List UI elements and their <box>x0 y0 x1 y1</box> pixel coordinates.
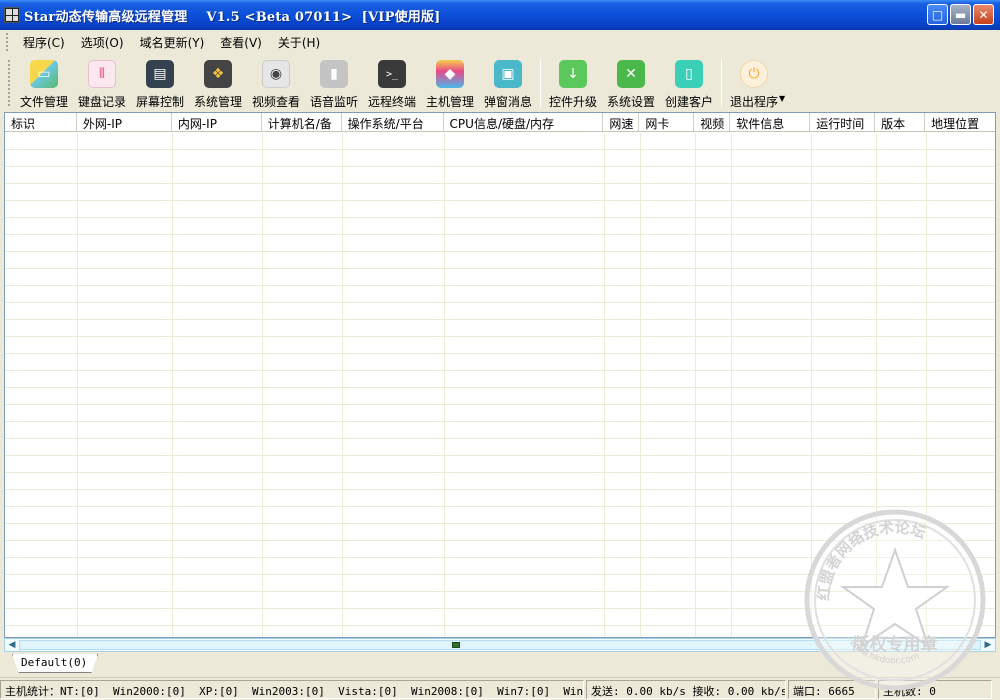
minimize-button[interactable]: ▬ <box>950 4 971 25</box>
column-divider <box>604 133 605 637</box>
menu-grip[interactable] <box>6 33 9 51</box>
new-file-icon: ▯ <box>675 60 703 88</box>
column-divider <box>876 133 877 637</box>
status-transfer-rate: 发送: 0.00 kb/s 接收: 0.00 kb/s <box>586 679 786 699</box>
toolbar-grip[interactable] <box>8 60 11 106</box>
column-divider <box>342 133 343 637</box>
scroll-track[interactable] <box>19 640 981 650</box>
camera-icon: ◉ <box>262 60 290 88</box>
remote-terminal-button[interactable]: >_ 远程终端 <box>363 56 421 110</box>
menu-options[interactable]: 选项(O) <box>73 32 132 53</box>
voice-monitor-button[interactable]: ▮ 语音监听 <box>305 56 363 110</box>
column-header-wan-ip[interactable]: 外网-IP <box>77 113 172 131</box>
table-rows <box>5 133 995 637</box>
column-header-cpu[interactable]: CPU信息/硬盘/内存 <box>444 113 604 131</box>
status-bar: 主机统计：NT:[0] Win2000:[0] XP:[0] Win2003:[… <box>0 677 1000 700</box>
create-client-button[interactable]: ▯ 创建客户 <box>660 56 718 110</box>
download-icon: ↓ <box>559 60 587 88</box>
screen-control-button[interactable]: ▤ 屏幕控制 <box>131 56 189 110</box>
control-upgrade-button[interactable]: ↓ 控件升级 <box>544 56 602 110</box>
column-header-software[interactable]: 软件信息 <box>730 113 811 131</box>
system-manager-button[interactable]: ❖ 系统管理 <box>189 56 247 110</box>
column-divider <box>640 133 641 637</box>
terminal-icon: >_ <box>378 60 406 88</box>
system-settings-button[interactable]: ✕ 系统设置 <box>602 56 660 110</box>
menu-bar: 程序(C) 选项(O) 域名更新(Y) 查看(V) 关于(H) <box>0 30 1000 54</box>
menu-about[interactable]: 关于(H) <box>270 32 328 53</box>
column-divider <box>695 133 696 637</box>
column-divider <box>926 133 927 637</box>
popup-message-button[interactable]: ▣ 弹窗消息 <box>479 56 537 110</box>
message-icon: ▣ <box>494 60 522 88</box>
column-header-net-speed[interactable]: 网速 <box>603 113 640 131</box>
maximize-button[interactable]: □ <box>927 4 948 25</box>
tab-default[interactable]: Default(0) <box>12 654 99 673</box>
title-bar: Star动态传输高级远程管理 V1.5 <Beta 07011> [VIP使用版… <box>0 0 1000 30</box>
column-header-video[interactable]: 视频 <box>694 113 731 131</box>
menu-program[interactable]: 程序(C) <box>15 32 73 53</box>
toolbar-overflow-arrow[interactable]: ▼ <box>779 94 785 103</box>
horizontal-scrollbar[interactable]: ◀ ▶ <box>4 638 996 652</box>
tools-icon: ✕ <box>617 60 645 88</box>
column-divider <box>262 133 263 637</box>
toolbar: ▭ 文件管理 ⦀ 键盘记录 ▤ 屏幕控制 ❖ 系统管理 ◉ 视频查看 ▮ 语音监… <box>8 56 785 110</box>
microphone-icon: ▮ <box>320 60 348 88</box>
table-header: 标识 外网-IP 内网-IP 计算机名/备 操作系统/平台 CPU信息/硬盘/内… <box>5 113 995 132</box>
menu-view[interactable]: 查看(V) <box>212 32 270 53</box>
menu-domain-update[interactable]: 域名更新(Y) <box>132 32 213 53</box>
toolbar-separator <box>540 59 541 107</box>
keylogger-button[interactable]: ⦀ 键盘记录 <box>73 56 131 110</box>
column-header-version[interactable]: 版本 <box>875 113 926 131</box>
column-divider <box>172 133 173 637</box>
column-header-id[interactable]: 标识 <box>5 113 77 131</box>
keyboard-icon: ⦀ <box>88 60 116 88</box>
hosts-icon: ◆ <box>436 60 464 88</box>
status-host-count: 主机数: 0 <box>878 679 992 699</box>
status-host-stats: 主机统计：NT:[0] Win2000:[0] XP:[0] Win2003:[… <box>0 679 584 699</box>
column-divider <box>444 133 445 637</box>
column-header-location[interactable]: 地理位置 <box>925 113 995 131</box>
column-divider <box>731 133 732 637</box>
scroll-right-icon[interactable]: ▶ <box>981 639 995 651</box>
column-divider <box>811 133 812 637</box>
app-icon[interactable] <box>4 7 20 23</box>
column-header-computer-name[interactable]: 计算机名/备 <box>262 113 342 131</box>
file-manager-button[interactable]: ▭ 文件管理 <box>15 56 73 110</box>
column-header-nic[interactable]: 网卡 <box>639 113 695 131</box>
power-icon: ⏻ <box>740 60 768 88</box>
column-header-os[interactable]: 操作系统/平台 <box>342 113 444 131</box>
screen-icon: ▤ <box>146 60 174 88</box>
exit-program-button[interactable]: ⏻ 退出程序 <box>725 56 783 110</box>
status-port: 端口: 6665 <box>788 679 876 699</box>
group-tab-bar: Default(0) <box>4 653 996 675</box>
video-view-button[interactable]: ◉ 视频查看 <box>247 56 305 110</box>
scroll-left-icon[interactable]: ◀ <box>5 639 19 651</box>
column-divider <box>77 133 78 637</box>
folder-icon: ▭ <box>30 60 58 88</box>
column-header-uptime[interactable]: 运行时间 <box>810 113 876 131</box>
column-header-lan-ip[interactable]: 内网-IP <box>172 113 262 131</box>
host-list-table[interactable]: 标识 外网-IP 内网-IP 计算机名/备 操作系统/平台 CPU信息/硬盘/内… <box>4 112 996 638</box>
scroll-thumb[interactable] <box>452 642 460 648</box>
window-title: Star动态传输高级远程管理 V1.5 <Beta 07011> [VIP使用版… <box>24 9 441 25</box>
close-button[interactable]: ✕ <box>973 4 994 25</box>
system-icon: ❖ <box>204 60 232 88</box>
host-manager-button[interactable]: ◆ 主机管理 <box>421 56 479 110</box>
toolbar-separator <box>721 59 722 107</box>
